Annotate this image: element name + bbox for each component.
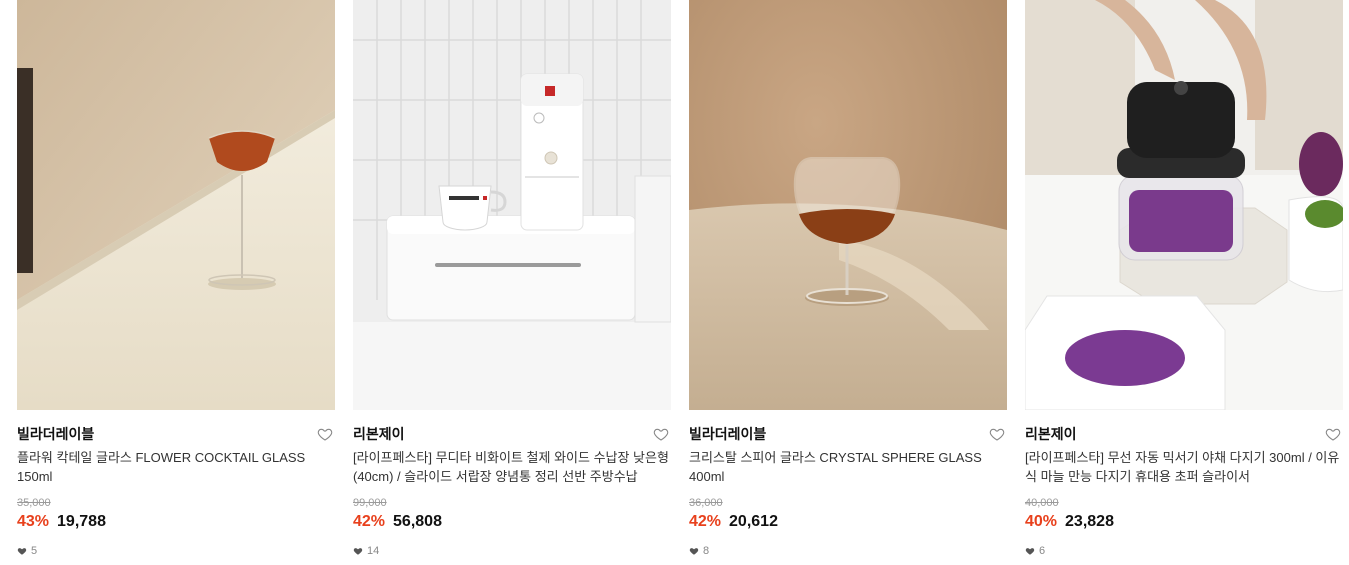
heart-outline-icon[interactable] xyxy=(653,426,669,442)
product-card[interactable]: 리본제이 [라이프페스타] 무선 자동 믹서기 야채 다지기 300ml / 이… xyxy=(1025,0,1343,565)
product-image-sphere-glass[interactable] xyxy=(689,0,1007,410)
heart-outline-icon[interactable] xyxy=(989,426,1005,442)
heart-filled-icon xyxy=(1025,548,1035,555)
original-price: 40,000 xyxy=(1025,497,1059,509)
heart-filled-icon xyxy=(689,548,699,555)
product-card[interactable]: 빌라더레이블 크리스탈 스피어 글라스 CRYSTAL SPHERE GLASS… xyxy=(689,0,1007,565)
sale-price: 23,828 xyxy=(1065,513,1114,530)
discount-rate: 42% xyxy=(689,513,722,530)
likes-number: 8 xyxy=(703,545,710,557)
price-row: 40% 23,828 xyxy=(1025,511,1343,533)
product-image-cocktail-glass[interactable] xyxy=(17,0,335,410)
heart-outline-icon[interactable] xyxy=(1325,426,1341,442)
heart-filled-icon xyxy=(353,548,363,555)
product-title[interactable]: 크리스탈 스피어 글라스 CRYSTAL SPHERE GLASS 400ml xyxy=(689,448,1007,486)
brand-name[interactable]: 리본제이 xyxy=(1025,426,1077,442)
discount-rate: 40% xyxy=(1025,513,1058,530)
price-row: 43% 19,788 xyxy=(17,511,335,533)
product-title[interactable]: 플라워 칵테일 글라스 FLOWER COCKTAIL GLASS 150ml xyxy=(17,448,335,486)
original-price: 35,000 xyxy=(17,497,51,509)
original-price: 36,000 xyxy=(689,497,723,509)
sale-price: 56,808 xyxy=(393,513,442,530)
product-card[interactable]: 리본제이 [라이프페스타] 무디타 비화이트 철제 와이드 수납장 낮은형 (4… xyxy=(353,0,671,565)
likes-number: 6 xyxy=(1039,545,1046,557)
discount-rate: 42% xyxy=(353,513,386,530)
product-grid: 빌라더레이블 플라워 칵테일 글라스 FLOWER COCKTAIL GLASS… xyxy=(0,0,1349,565)
likes-count: 14 xyxy=(353,545,671,557)
likes-count: 5 xyxy=(17,545,335,557)
original-price: 99,000 xyxy=(353,497,387,509)
brand-name[interactable]: 빌라더레이블 xyxy=(17,426,94,442)
discount-rate: 43% xyxy=(17,513,50,530)
likes-number: 14 xyxy=(367,545,380,557)
heart-filled-icon xyxy=(17,548,27,555)
product-title[interactable]: [라이프페스타] 무선 자동 믹서기 야채 다지기 300ml / 이유식 마늘… xyxy=(1025,448,1343,486)
price-row: 42% 20,612 xyxy=(689,511,1007,533)
heart-outline-icon[interactable] xyxy=(317,426,333,442)
product-image-food-chopper[interactable] xyxy=(1025,0,1343,410)
price-row: 42% 56,808 xyxy=(353,511,671,533)
product-title[interactable]: [라이프페스타] 무디타 비화이트 철제 와이드 수납장 낮은형 (40cm) … xyxy=(353,448,671,486)
product-card[interactable]: 빌라더레이블 플라워 칵테일 글라스 FLOWER COCKTAIL GLASS… xyxy=(17,0,335,565)
likes-count: 8 xyxy=(689,545,1007,557)
product-image-storage-cabinet[interactable] xyxy=(353,0,671,410)
likes-number: 5 xyxy=(31,545,38,557)
likes-count: 6 xyxy=(1025,545,1343,557)
sale-price: 20,612 xyxy=(729,513,778,530)
brand-name[interactable]: 리본제이 xyxy=(353,426,405,442)
brand-name[interactable]: 빌라더레이블 xyxy=(689,426,766,442)
sale-price: 19,788 xyxy=(57,513,106,530)
